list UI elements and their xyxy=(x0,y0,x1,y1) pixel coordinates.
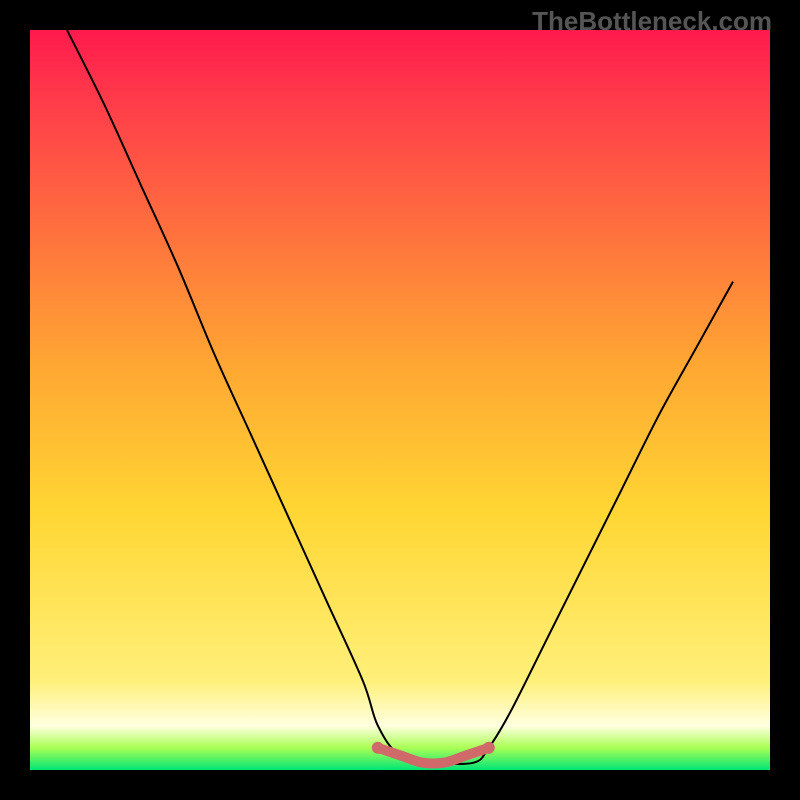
marker-dot xyxy=(483,742,495,754)
optimal-range-marker xyxy=(378,748,489,764)
watermark-text: TheBottleneck.com xyxy=(532,6,772,37)
marker-dot xyxy=(372,742,384,754)
bottleneck-curve xyxy=(67,30,733,764)
curve-layer xyxy=(30,30,770,770)
plot-area xyxy=(30,30,770,770)
chart-frame: TheBottleneck.com xyxy=(0,0,800,800)
